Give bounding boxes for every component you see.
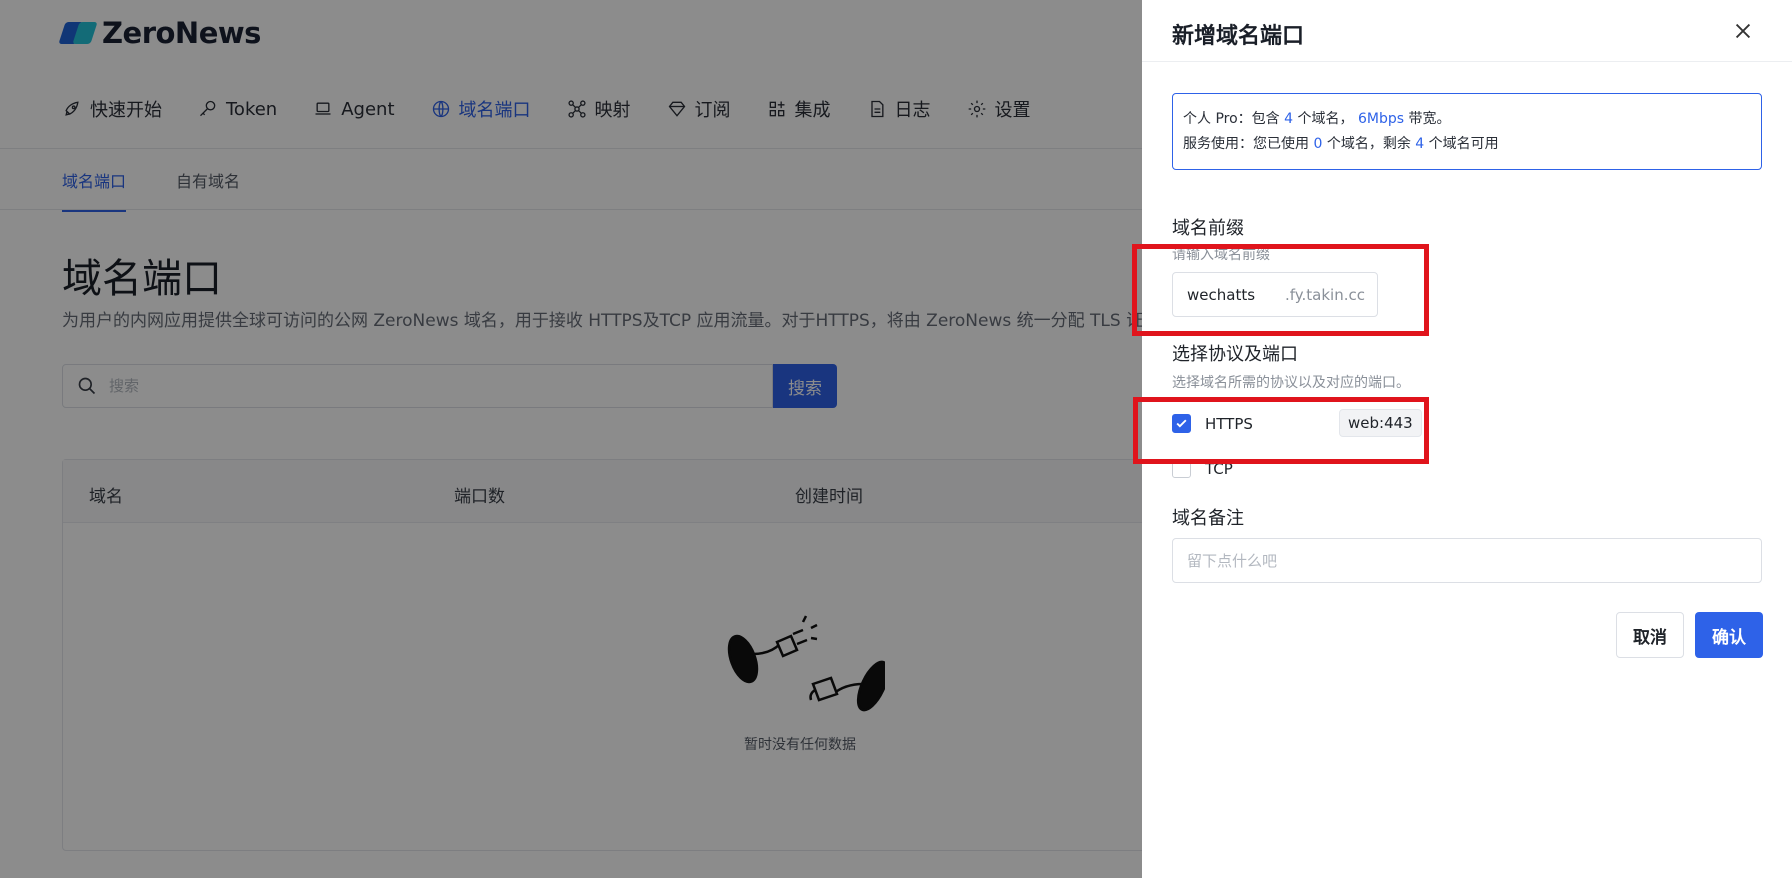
note-label: 域名备注 <box>1172 508 1244 529</box>
domain-quota-count: 4 <box>1284 111 1294 127</box>
domains-remaining-count: 4 <box>1415 136 1425 152</box>
note-input[interactable] <box>1187 551 1747 570</box>
plan-info-line: 个人 Pro：包含 4 个域名， 6Mbps 带宽。 <box>1183 107 1751 132</box>
note-field[interactable] <box>1172 538 1762 583</box>
protocol-hint: 选择域名所需的协议以及对应的端口。 <box>1172 375 1410 391</box>
highlight-box-prefix <box>1132 244 1429 336</box>
close-icon[interactable] <box>1732 20 1754 42</box>
highlight-box-https <box>1133 397 1429 464</box>
modal-backdrop[interactable] <box>0 0 1142 878</box>
cancel-button[interactable]: 取消 <box>1616 612 1684 658</box>
info-text: 服务使用：您已使用 <box>1183 136 1314 152</box>
protocol-label: 选择协议及端口 <box>1172 344 1298 365</box>
bandwidth-value: 6Mbps <box>1357 111 1405 127</box>
plan-info-box: 个人 Pro：包含 4 个域名， 6Mbps 带宽。 服务使用：您已使用 0 个… <box>1172 93 1762 170</box>
usage-info-line: 服务使用：您已使用 0 个域名，剩余 4 个域名可用 <box>1183 132 1751 157</box>
info-text: 个人 Pro：包含 <box>1183 111 1285 127</box>
info-text: 个域名， <box>1293 111 1358 127</box>
info-text: 个域名可用 <box>1424 136 1499 152</box>
prefix-label: 域名前缀 <box>1172 218 1244 239</box>
drawer-header: 新增域名端口 <box>1142 0 1792 62</box>
info-text: 带宽。 <box>1404 111 1451 127</box>
drawer-title: 新增域名端口 <box>1172 24 1305 49</box>
confirm-button[interactable]: 确认 <box>1695 612 1763 658</box>
info-text: 个域名，剩余 <box>1322 136 1416 152</box>
